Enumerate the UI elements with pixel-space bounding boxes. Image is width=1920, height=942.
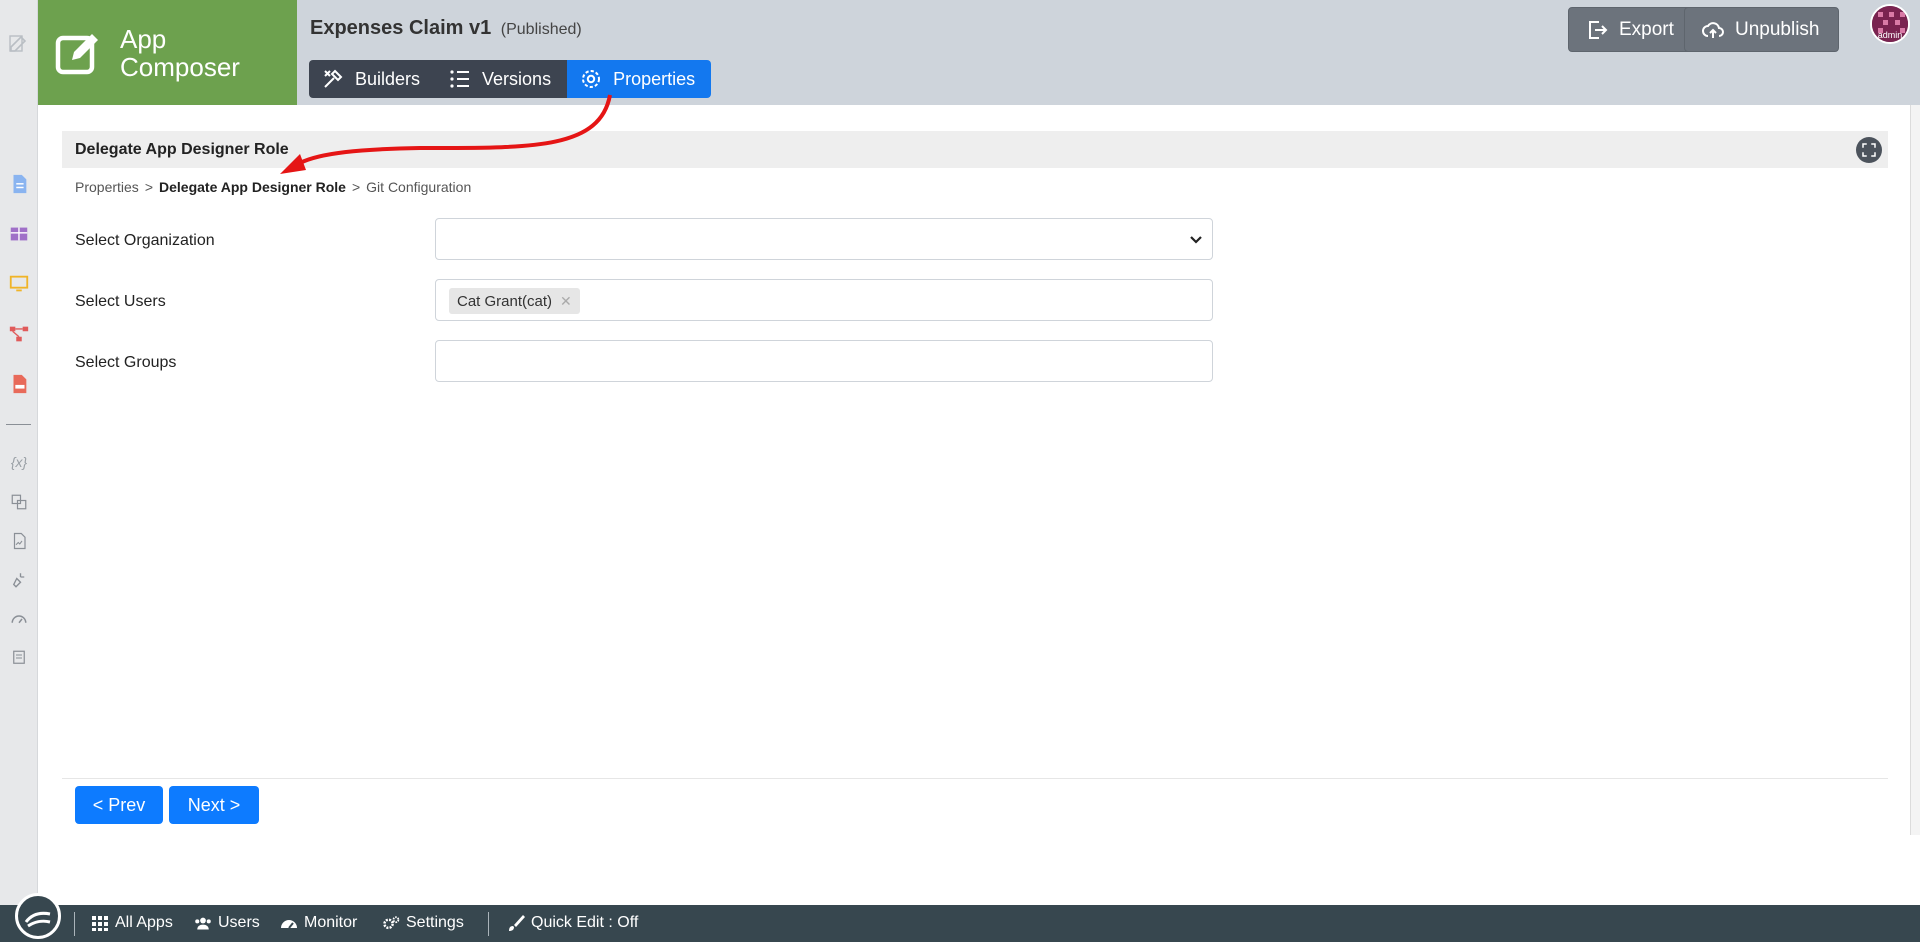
users-label: Select Users <box>75 293 166 310</box>
process-builder-icon[interactable] <box>7 322 31 346</box>
tools-icon <box>324 69 343 88</box>
breadcrumb-current: Delegate App Designer Role <box>159 179 346 195</box>
paintbrush-icon <box>509 915 525 931</box>
cogs-icon <box>383 916 400 930</box>
chevron-down-icon <box>1190 236 1202 244</box>
export-icon <box>1589 20 1608 39</box>
bottom-separator <box>488 912 489 936</box>
user-chip-label: Cat Grant(cat) <box>457 292 553 310</box>
monitor-label: Monitor <box>304 914 358 931</box>
user-chip: Cat Grant(cat) ✕ <box>449 288 580 314</box>
footer-divider <box>62 778 1888 779</box>
organization-label: Select Organization <box>75 232 215 249</box>
bottom-bar: All Apps Users Monitor Settings Quick Ed… <box>0 893 1920 942</box>
avatar[interactable]: admin <box>1870 4 1910 44</box>
plugin-icon[interactable] <box>7 568 31 592</box>
dashboard-icon <box>281 920 297 929</box>
unpublish-button[interactable]: Unpublish <box>1684 7 1839 52</box>
performance-icon[interactable] <box>7 607 31 631</box>
remove-user-icon[interactable]: ✕ <box>560 293 572 310</box>
userview-builder-icon[interactable] <box>7 272 31 296</box>
bottom-separator <box>74 912 75 936</box>
users-link-label: Users <box>218 914 260 931</box>
header-tabs: Builders Versions Properties <box>309 60 712 98</box>
gear-icon <box>582 70 601 88</box>
tab-properties[interactable]: Properties <box>567 60 712 98</box>
rail-divider <box>6 424 31 425</box>
next-button[interactable]: Next > <box>169 786 259 824</box>
unpublish-label: Unpublish <box>1735 18 1820 40</box>
pdf-icon[interactable] <box>7 372 31 396</box>
tab-versions-label: Versions <box>482 68 552 89</box>
users-link[interactable]: Users <box>194 914 260 932</box>
left-icon-rail: {x} <box>0 0 38 905</box>
datalist-builder-icon[interactable] <box>7 222 31 246</box>
grid-icon <box>92 916 108 931</box>
form-builder-icon[interactable] <box>7 172 31 196</box>
app-composer-logo-icon <box>55 33 98 74</box>
export-label: Export <box>1619 18 1674 40</box>
organization-select[interactable] <box>435 218 1213 260</box>
prev-button[interactable]: < Prev <box>75 786 163 824</box>
app-composer-brand[interactable]: App Composer <box>38 0 297 105</box>
tab-properties-label: Properties <box>613 68 696 89</box>
variables-icon[interactable]: {x} <box>7 450 31 474</box>
brand-name: App Composer <box>120 23 240 82</box>
app-title-text: Expenses Claim v1 <box>310 17 492 39</box>
settings-label: Settings <box>406 914 464 931</box>
users-icon <box>195 917 211 930</box>
panel-title: Delegate App Designer Role <box>75 140 289 158</box>
breadcrumb: Properties > Delegate App Designer Role > Gi… <box>75 179 471 195</box>
settings-link[interactable]: Settings <box>382 914 464 932</box>
quick-edit-label: Quick Edit : Off <box>531 914 639 931</box>
groups-label: Select Groups <box>75 354 177 371</box>
users-multiselect[interactable]: Cat Grant(cat) ✕ <box>435 279 1213 321</box>
cloud-upload-icon <box>1702 21 1724 38</box>
tab-builders-label: Builders <box>355 68 421 89</box>
resource-icon[interactable] <box>7 529 31 553</box>
avatar-label: admin <box>1877 30 1903 40</box>
content-scrollbar[interactable] <box>1910 105 1920 835</box>
monitor-link[interactable]: Monitor <box>280 914 357 932</box>
fullscreen-icon[interactable] <box>1856 137 1882 163</box>
export-button[interactable]: Export <box>1568 7 1693 52</box>
list-icon <box>450 70 470 88</box>
breadcrumb-properties[interactable]: Properties <box>75 179 139 195</box>
all-apps-label: All Apps <box>115 914 173 931</box>
groups-multiselect[interactable] <box>435 340 1213 382</box>
edit-icon[interactable] <box>7 31 31 55</box>
platform-logo[interactable] <box>15 893 61 939</box>
breadcrumb-separator: > <box>144 179 153 195</box>
logs-icon[interactable] <box>7 646 31 670</box>
panel-header: Delegate App Designer Role <box>62 131 1888 168</box>
tab-versions[interactable]: Versions <box>436 60 568 98</box>
tab-builders[interactable]: Builders <box>309 60 437 98</box>
breadcrumb-separator: > <box>351 179 361 195</box>
breadcrumb-git-configuration[interactable]: Git Configuration <box>366 179 471 195</box>
top-header: App Composer Expenses Claim v1 (Publishe… <box>38 0 1920 105</box>
app-status: (Published) <box>500 21 582 38</box>
quick-edit-toggle[interactable]: Quick Edit : Off <box>507 914 638 932</box>
app-title: Expenses Claim v1 (Published) <box>310 17 582 40</box>
all-apps-link[interactable]: All Apps <box>91 914 173 932</box>
platform-logo-icon <box>24 911 51 928</box>
translate-icon[interactable] <box>7 490 31 514</box>
